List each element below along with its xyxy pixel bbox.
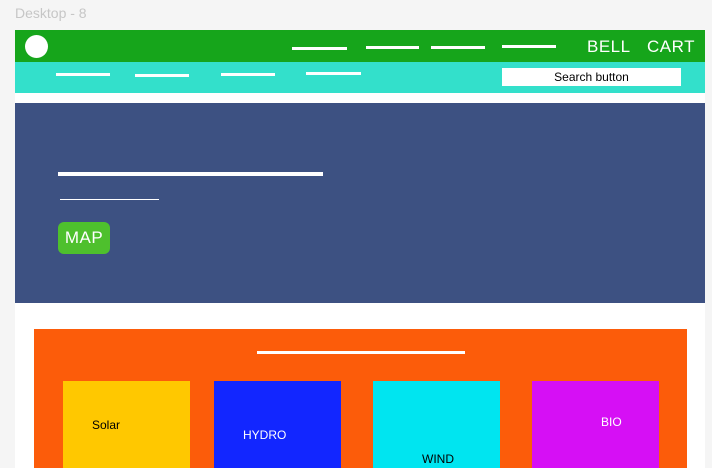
solar-card-label: Solar <box>92 418 121 432</box>
subnav-link-3[interactable] <box>221 73 275 76</box>
search-input[interactable]: Search button <box>502 68 681 86</box>
bio-card-label: BIO <box>601 415 622 429</box>
subnav-link-4[interactable] <box>306 72 361 75</box>
wind-card-label: WIND <box>422 452 454 466</box>
nav-link-2[interactable] <box>366 46 419 49</box>
map-button[interactable]: MAP <box>58 222 110 254</box>
hero-heading-placeholder <box>58 172 323 176</box>
nav-link-1[interactable] <box>292 47 347 50</box>
hero-subheading-placeholder <box>60 199 159 200</box>
bell-button[interactable]: BELL <box>587 37 631 57</box>
frame-title: Desktop - 8 <box>15 5 87 21</box>
top-nav-bar: BELL CART <box>15 30 705 62</box>
secondary-nav-bar: Search button <box>15 62 705 93</box>
hydro-card[interactable]: HYDRO <box>214 381 341 468</box>
hero-section: MAP <box>15 103 705 303</box>
nav-link-4[interactable] <box>502 45 556 48</box>
hydro-card-label: HYDRO <box>243 428 287 442</box>
subnav-link-1[interactable] <box>56 73 110 76</box>
nav-link-3[interactable] <box>431 46 485 49</box>
bio-card[interactable]: BIO <box>532 381 659 468</box>
desktop-frame: BELL CART Search button MAP Solar HYDRO … <box>15 30 705 468</box>
logo-icon[interactable] <box>25 35 48 58</box>
wind-card[interactable]: WIND <box>373 381 500 468</box>
solar-card[interactable]: Solar <box>63 381 190 468</box>
subnav-link-2[interactable] <box>135 74 189 77</box>
cart-button[interactable]: CART <box>647 37 695 57</box>
energy-heading-placeholder <box>257 351 465 354</box>
energy-section: Solar HYDRO WIND BIO <box>34 329 687 468</box>
